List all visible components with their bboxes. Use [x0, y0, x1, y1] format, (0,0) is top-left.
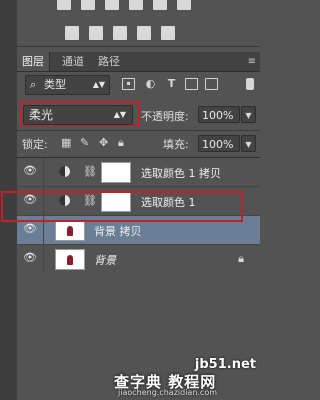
chevron-updown-icon: ▲▼	[113, 110, 126, 119]
eye-icon[interactable]: 👁︎	[21, 222, 39, 236]
divider	[43, 245, 44, 273]
highlight-box-layer	[1, 191, 243, 222]
tab-paths-label: 路径	[98, 55, 120, 68]
blend-mode-select[interactable]: 柔光 ▲▼	[23, 105, 133, 125]
blend-row: 柔光 ▲▼ 不透明度: 100% ▼	[17, 101, 260, 127]
balance-icon[interactable]	[81, 0, 95, 10]
image-filter-icon[interactable]: ▪	[122, 78, 135, 90]
tab-channels-label: 通道	[62, 55, 84, 68]
lock-row: 锁定: ▦ ✎ ✥ 🔒︎ 填充: 100% ▼	[17, 130, 260, 155]
selective-color-icon[interactable]	[137, 26, 151, 40]
lock-position-icon[interactable]: ✥	[99, 137, 108, 148]
text-filter-icon[interactable]: T	[165, 78, 178, 90]
layer-name[interactable]: 背景 拷贝	[94, 223, 142, 239]
figure-thumbnail	[67, 255, 73, 265]
tab-layers[interactable]: 图层	[17, 52, 50, 71]
adjustment-layer-icon	[59, 166, 70, 177]
watermark-site: jb51.net	[194, 357, 256, 372]
bw-icon[interactable]	[105, 0, 119, 10]
photo-filter-icon[interactable]	[129, 0, 143, 10]
lock-icon: 🔒︎	[238, 252, 244, 265]
fill-dropdown-icon[interactable]: ▼	[241, 135, 256, 152]
fill-label: 填充:	[163, 138, 189, 151]
channel-mixer-icon[interactable]	[153, 0, 167, 10]
layer-name[interactable]: 选取颜色 1 拷贝	[141, 165, 221, 181]
opacity-label: 不透明度:	[141, 110, 189, 123]
lock-label: 锁定:	[22, 138, 48, 151]
layer-name[interactable]: 背景	[94, 252, 116, 268]
adjustments-row-top	[17, 0, 260, 22]
filter-row: ⌕ 类型 ▲▼ ▪ ◐ T	[17, 75, 260, 95]
link-icon[interactable]: ⛓	[83, 165, 97, 178]
opacity-dropdown-icon[interactable]: ▼	[241, 106, 256, 123]
panel-tabs: 图层 通道 路径 ≡	[17, 52, 260, 72]
chevron-down-icon: ▲▼	[92, 80, 105, 89]
layer-row[interactable]: 👁︎ ⛓ 选取颜色 1 拷贝	[17, 158, 260, 187]
fill-input[interactable]: 100%	[198, 135, 240, 152]
lock-all-icon[interactable]: 🔒︎	[118, 137, 124, 148]
adjustment-filter-icon[interactable]: ◐	[144, 78, 157, 90]
tab-layers-label: 图层	[22, 55, 44, 68]
lock-transparency-icon[interactable]: ▦	[61, 137, 71, 148]
invert-icon[interactable]	[65, 26, 79, 40]
filter-type-label: 类型	[44, 78, 66, 91]
layer-thumbnail[interactable]	[55, 220, 85, 241]
lock-paint-icon[interactable]: ✎	[80, 137, 89, 148]
watermark-url: jiaocheng.chazidian.com	[118, 388, 218, 397]
threshold-icon[interactable]	[113, 26, 127, 40]
gradient-map-icon[interactable]	[161, 26, 175, 40]
smart-object-filter-icon[interactable]	[205, 78, 218, 90]
eye-icon[interactable]: 👁︎	[21, 164, 39, 178]
tab-paths[interactable]: 路径	[93, 52, 125, 71]
levels-icon[interactable]	[57, 0, 71, 10]
layer-thumbnail[interactable]	[55, 249, 85, 270]
tab-channels[interactable]: 通道	[57, 52, 89, 71]
adjustments-row-bottom	[17, 22, 260, 44]
panel-menu-icon[interactable]: ≡	[248, 56, 256, 67]
posterize-icon[interactable]	[89, 26, 103, 40]
eye-icon[interactable]: 👁︎	[21, 251, 39, 265]
figure-thumbnail	[67, 226, 73, 236]
divider	[43, 158, 44, 186]
filter-toggle[interactable]	[246, 78, 254, 90]
layer-row[interactable]: 👁︎ 背景 🔒︎	[17, 245, 260, 274]
layer-mask-thumbnail[interactable]	[101, 162, 131, 183]
opacity-input[interactable]: 100%	[198, 106, 240, 123]
filter-type-select[interactable]: ⌕ 类型 ▲▼	[25, 75, 110, 95]
shape-filter-icon[interactable]	[185, 78, 198, 90]
divider	[17, 46, 260, 47]
color-lookup-icon[interactable]	[177, 0, 191, 10]
search-icon: ⌕	[30, 78, 37, 91]
blend-mode-value: 柔光	[29, 108, 54, 122]
